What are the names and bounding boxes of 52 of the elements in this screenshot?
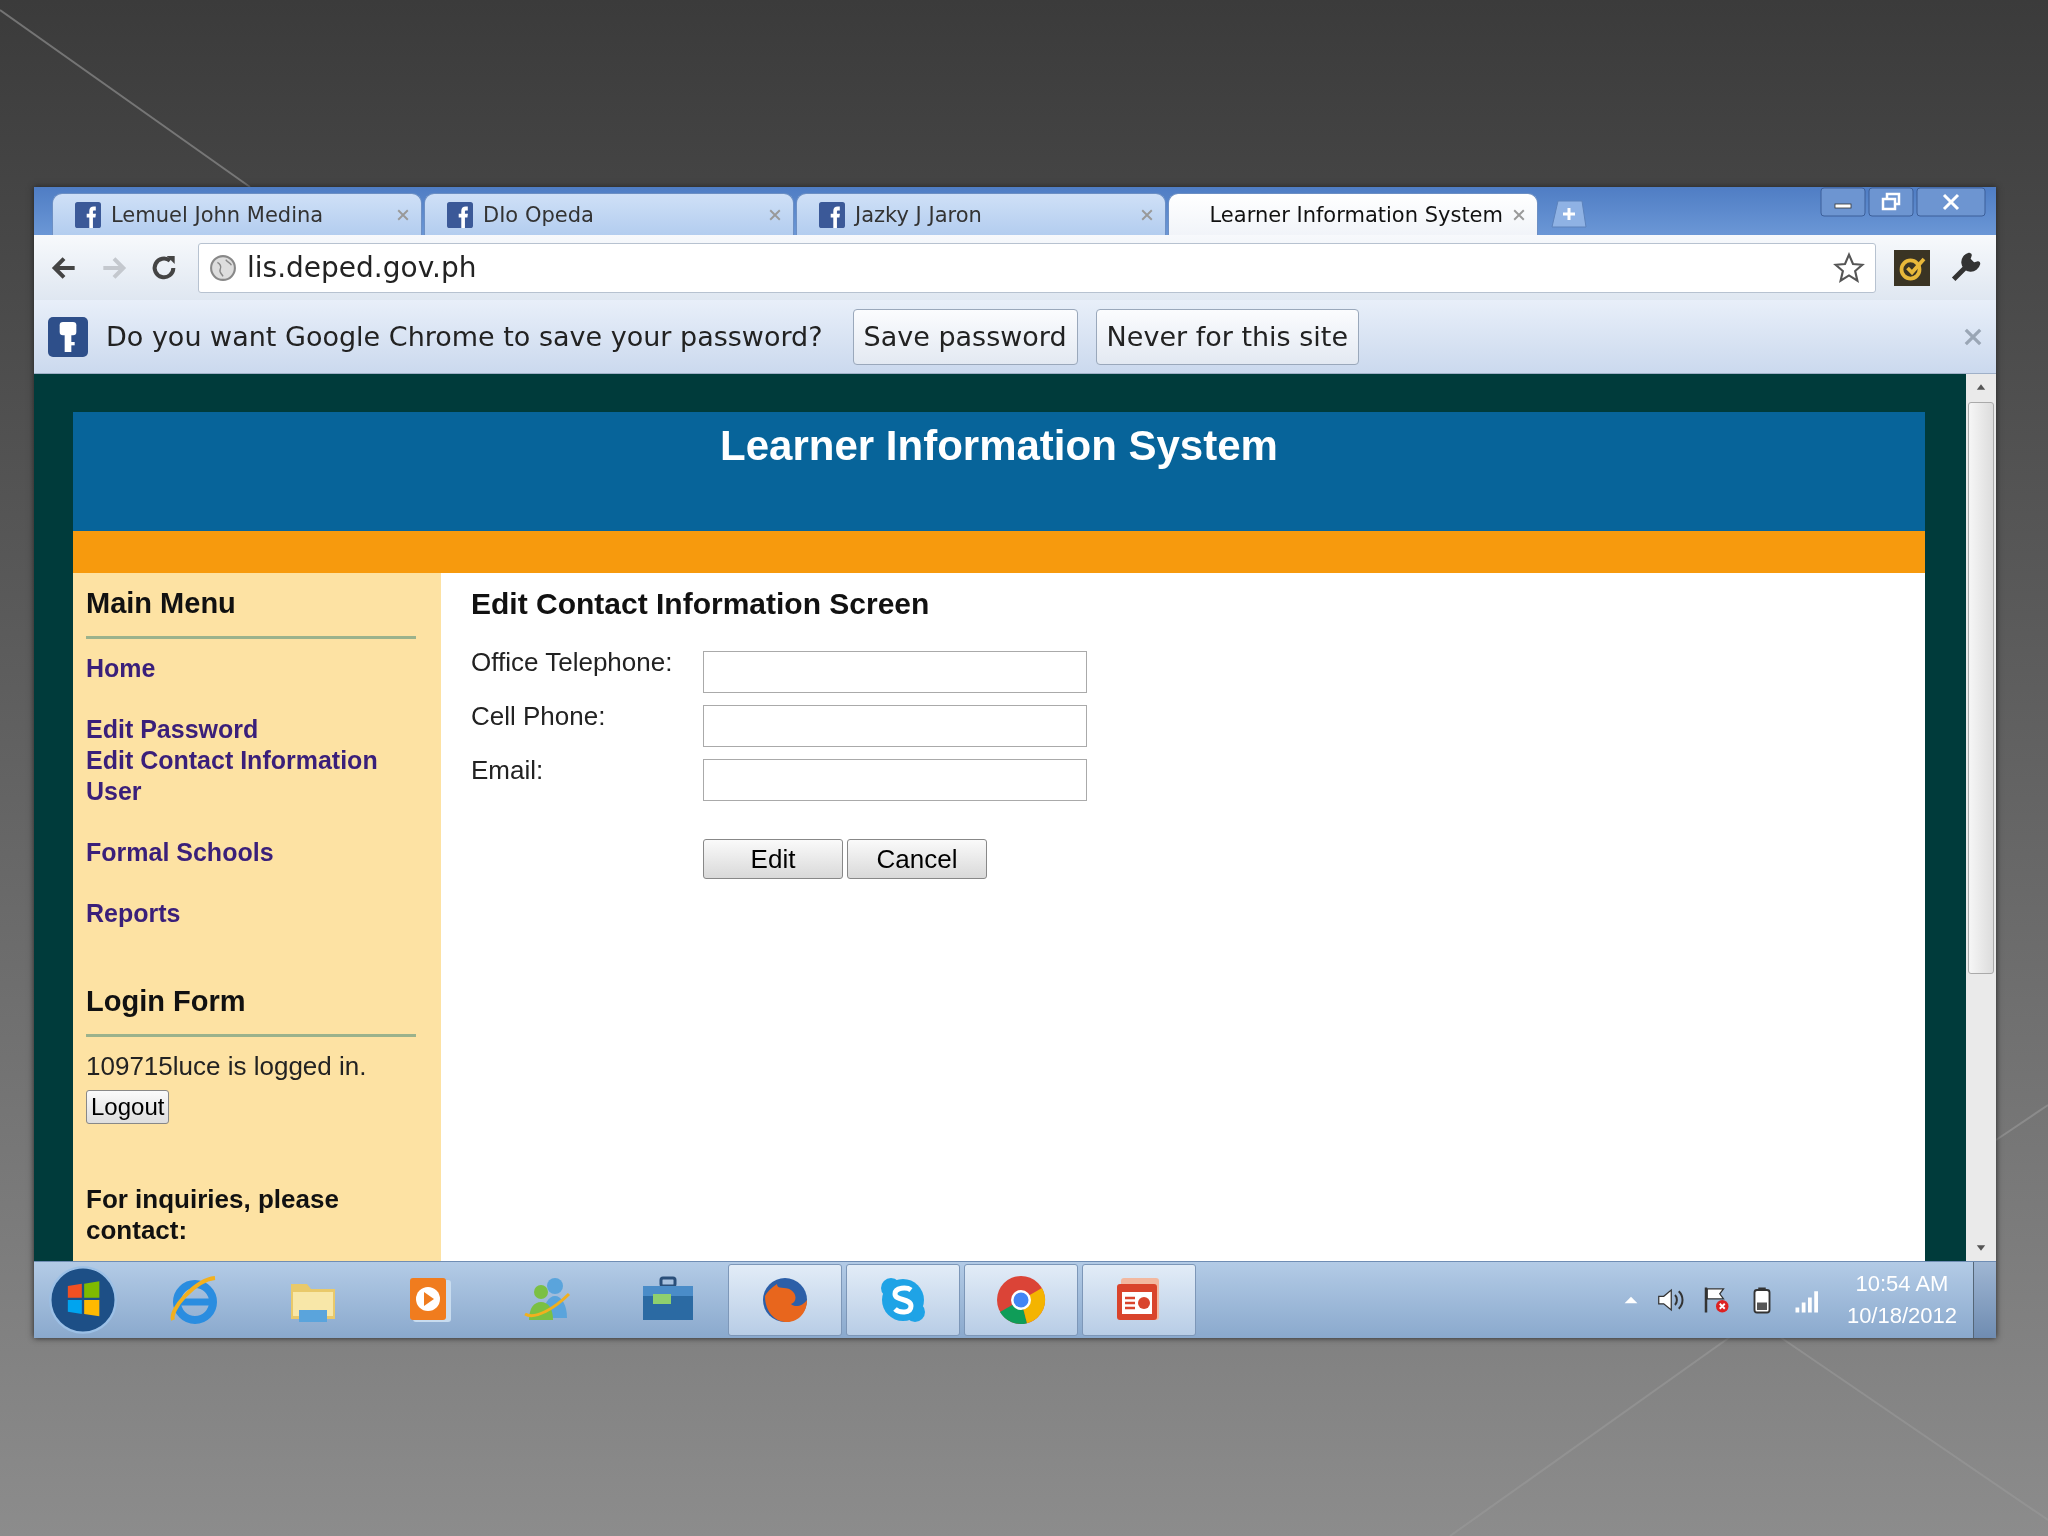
new-tab-icon[interactable] <box>1548 199 1588 229</box>
scrollbar[interactable] <box>1966 374 1996 1261</box>
menu-link[interactable]: Formal Schools <box>86 837 427 868</box>
scroll-thumb[interactable] <box>1968 402 1994 974</box>
form-title: Edit Contact Information Screen <box>471 587 931 621</box>
input-field[interactable] <box>703 705 1087 747</box>
field-label: Office Telephone: <box>471 647 674 679</box>
login-status: 109715luce is logged in. <box>86 1051 368 1082</box>
input-field[interactable] <box>703 759 1087 801</box>
taskbar-button[interactable] <box>964 1264 1078 1336</box>
form-button[interactable]: Cancel <box>847 839 987 879</box>
star-icon[interactable] <box>1833 251 1865 284</box>
menu-heading: Main Menu <box>86 587 237 620</box>
infobar-button[interactable]: Never for this site <box>1095 308 1359 365</box>
minimize-icon[interactable] <box>1820 187 1866 217</box>
facebook-icon <box>447 201 473 228</box>
inquiries-text: For inquiries, please contact: <box>86 1184 340 1246</box>
taskbar-button[interactable] <box>728 1264 842 1336</box>
menu-link[interactable]: Edit Contact Information <box>86 745 427 776</box>
browser-tab[interactable]: Lemuel John Medina <box>52 193 422 235</box>
menu-link[interactable]: Home <box>86 653 427 684</box>
field-label: Email: <box>471 755 545 787</box>
input-field[interactable] <box>703 651 1087 693</box>
browser-tab[interactable]: DIo Opeda <box>424 193 794 235</box>
login-heading: Login Form <box>86 985 247 1018</box>
browser-tab[interactable]: Learner Information System <box>1168 193 1538 235</box>
close-icon[interactable] <box>1513 208 1525 221</box>
menu-link[interactable]: Reports <box>86 898 427 929</box>
menu-link[interactable]: Edit Password <box>86 714 427 745</box>
browser-tab[interactable]: Jazky J Jaron <box>796 193 1166 235</box>
extension-icon[interactable] <box>1894 249 1930 286</box>
form-button[interactable]: Edit <box>703 839 843 879</box>
site-title: Learner Information System <box>720 422 1278 470</box>
address-bar[interactable]: lis.deped.gov.ph <box>198 242 1876 293</box>
start-icon[interactable] <box>48 1265 118 1335</box>
close-icon[interactable] <box>1916 187 1986 217</box>
field-label: Cell Phone: <box>471 701 607 733</box>
show-desktop-button[interactable] <box>1973 1262 1996 1338</box>
logout-button[interactable]: Logout <box>86 1090 170 1124</box>
clock-date: 10/18/2012 <box>1846 1302 1957 1330</box>
save-password-prompt: Do you want Google Chrome to save your password? <box>106 321 823 352</box>
url-text: lis.deped.gov.ph <box>247 251 478 284</box>
key-icon <box>48 316 88 357</box>
clock-time: 10:54 AM <box>1855 1270 1949 1298</box>
facebook-icon <box>819 201 845 228</box>
taskbar-button[interactable] <box>846 1264 960 1336</box>
infobar-button[interactable]: Save password <box>852 308 1078 365</box>
facebook-icon <box>75 201 101 228</box>
menu-link[interactable]: User <box>86 776 427 807</box>
restore-icon[interactable] <box>1868 187 1914 217</box>
taskbar-button[interactable] <box>1082 1264 1196 1336</box>
globe-icon <box>209 253 237 282</box>
